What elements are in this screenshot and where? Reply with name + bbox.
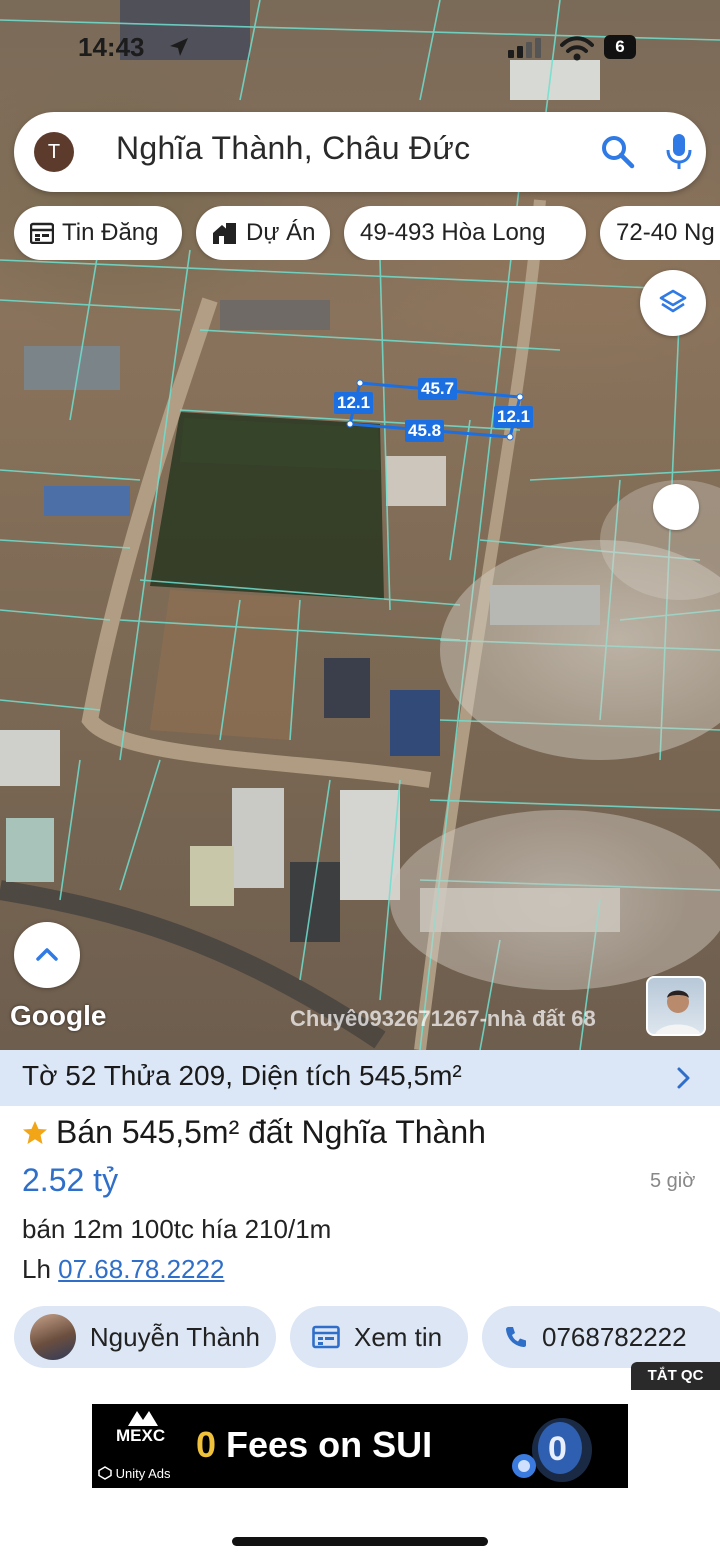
action-buttons: Nguyễn Thành Xem tin 0768782222 — [0, 1306, 720, 1368]
unity-icon — [98, 1466, 112, 1480]
map-view[interactable]: 45.7 45.8 12.1 12.1 14:43 6 T Nghĩa Thàn… — [0, 0, 720, 1050]
view-listing-button[interactable]: Xem tin — [290, 1306, 468, 1368]
agent-thumbnail[interactable] — [646, 976, 706, 1036]
chip-du-an[interactable]: Dự Án — [196, 206, 330, 260]
star-icon — [23, 1120, 47, 1144]
agent-name: Nguyễn Thành — [89, 1321, 260, 1352]
measure-label-right: 12.1 — [494, 406, 534, 428]
listing-title-text: Bán 545,5m² đất Nghĩa Thành — [56, 1114, 486, 1150]
agent-avatar — [30, 1314, 76, 1360]
listing-contact: Lh 07.68.78.2222 — [22, 1254, 225, 1284]
layers-icon — [659, 289, 687, 313]
wifi-icon — [560, 36, 594, 61]
chip-label: 49-493 Hòa Long — [360, 219, 546, 246]
map-watermark: Chuyê0932671267-nhà đất 68 — [290, 1006, 596, 1031]
call-button[interactable]: 0768782222 — [482, 1306, 720, 1368]
chip-label: 72-40 Ng — [616, 219, 715, 246]
listing-price: 2.52 tỷ — [22, 1162, 119, 1198]
building-icon — [213, 223, 236, 244]
layers-button[interactable] — [640, 270, 706, 336]
expand-up-button[interactable] — [14, 922, 80, 988]
calendar-icon — [312, 1325, 340, 1349]
person-photo-icon — [655, 990, 701, 1034]
google-logo: Google — [10, 1000, 107, 1031]
listing-time-ago: 5 giờ — [650, 1170, 696, 1192]
home-indicator — [232, 1537, 488, 1546]
search-bar[interactable]: T Nghĩa Thành, Châu Đức — [14, 112, 706, 192]
measure-label-bottom: 45.8 — [405, 420, 445, 442]
ad-banner[interactable]: MEXC Unity Ads 0 Fees on SUI 0 — [92, 1404, 628, 1488]
ad-coin-graphic: 0 — [512, 1418, 592, 1482]
chevron-right-icon[interactable] — [676, 1066, 692, 1090]
filter-chips: Tin Đăng Dự Án 49-493 Hòa Long 72-40 Ng — [14, 206, 720, 260]
parcel-info-text: Tờ 52 Thửa 209, Diện tích 545,5m² — [22, 1060, 462, 1091]
call-number: 0768782222 — [542, 1321, 687, 1352]
status-bar: 14:43 6 — [0, 30, 720, 70]
listing-title[interactable]: Bán 545,5m² đất Nghĩa Thành — [22, 1114, 486, 1151]
ad-headline: 0 Fees on SUI — [196, 1424, 433, 1465]
listing-description: bán 12m 100tc hía 210/1m — [22, 1214, 332, 1244]
turn-off-ads-button[interactable]: TẮT QC — [631, 1362, 720, 1390]
search-icon[interactable] — [600, 134, 636, 170]
ad-network: Unity Ads — [98, 1466, 171, 1481]
svg-text:0: 0 — [548, 1430, 567, 1468]
chip-tin-dang[interactable]: Tin Đăng — [14, 206, 182, 260]
phone-icon — [506, 1327, 526, 1347]
chip-label: Tin Đăng — [62, 219, 159, 246]
map-handle-button[interactable] — [653, 484, 699, 530]
chip-parcel-72-40[interactable]: 72-40 Ng — [600, 206, 720, 260]
microphone-icon[interactable] — [664, 132, 694, 172]
location-arrow-icon — [170, 38, 188, 56]
chevron-up-icon — [36, 948, 58, 961]
ad-brand: MEXC — [116, 1426, 166, 1445]
measure-label-left: 12.1 — [334, 392, 374, 414]
view-listing-label: Xem tin — [354, 1321, 443, 1352]
mexc-logo-icon — [128, 1411, 158, 1426]
signal-icon — [508, 38, 541, 58]
measure-label-top: 45.7 — [418, 378, 458, 400]
chip-label: Dự Án — [246, 219, 316, 246]
chip-parcel-hoa-long[interactable]: 49-493 Hòa Long — [344, 206, 586, 260]
search-query[interactable]: Nghĩa Thành, Châu Đức — [116, 130, 470, 167]
parcel-info-bar[interactable]: Tờ 52 Thửa 209, Diện tích 545,5m² — [0, 1050, 720, 1106]
account-avatar[interactable]: T — [34, 132, 74, 172]
agent-profile-button[interactable]: Nguyễn Thành — [14, 1306, 276, 1368]
status-time: 14:43 — [78, 32, 145, 62]
contact-phone-link[interactable]: 07.68.78.2222 — [58, 1254, 224, 1284]
battery-indicator: 6 — [604, 35, 636, 59]
calendar-icon — [30, 222, 54, 244]
